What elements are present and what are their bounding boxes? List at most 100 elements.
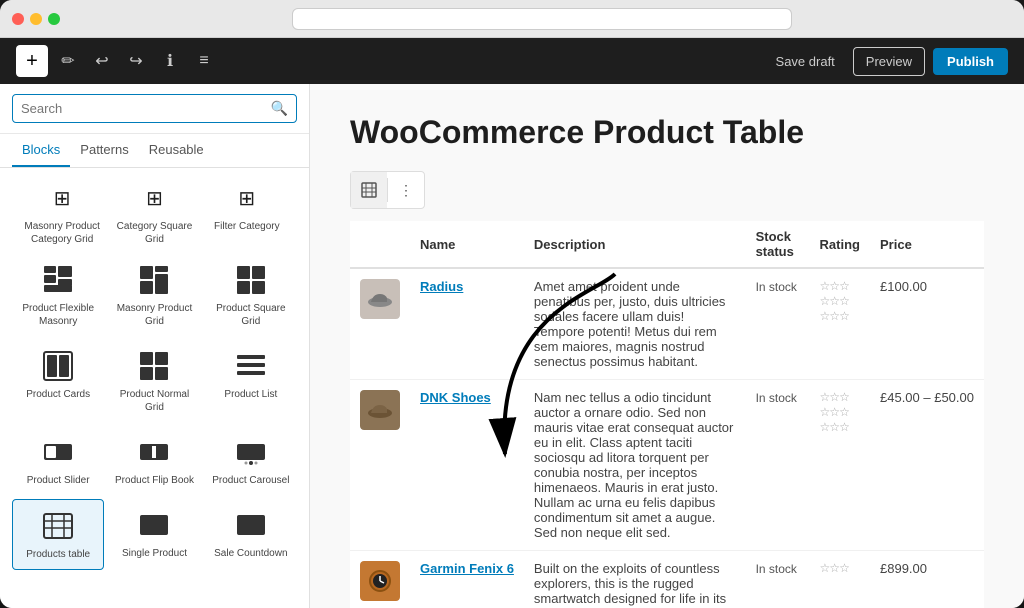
star-rating-2: ☆☆☆ ☆☆☆ ☆☆☆ [820,390,860,434]
block-item-products-table[interactable]: Products table [12,499,104,570]
table-view-button[interactable] [351,172,387,208]
block-icon-product-slider [40,434,76,470]
sidebar-tabs: Blocks Patterns Reusable [0,134,309,168]
block-label-product-list: Product List [224,388,277,401]
minimize-button[interactable] [30,13,42,25]
col-name: Name [410,221,524,268]
publish-button[interactable]: Publish [933,48,1008,75]
main-content: 🔍 Blocks Patterns Reusable ⊞ Masonry Pro… [0,84,1024,608]
block-label-product-flip-book: Product Flip Book [115,474,194,487]
maximize-button[interactable] [48,13,60,25]
block-item-product-square-grid[interactable]: Product Square Grid [205,254,297,336]
product-description-cell: Built on the exploits of countless explo… [524,551,746,608]
stock-badge-2: In stock [756,391,797,405]
product-name-link-3[interactable]: Garmin Fenix 6 [420,561,514,576]
block-label-product-slider: Product Slider [27,474,90,487]
stock-badge: In stock [756,280,797,294]
watch-icon [365,566,395,596]
more-options-button[interactable]: ⋮ [388,172,424,208]
search-input-wrap[interactable]: 🔍 [12,94,297,123]
tab-reusable[interactable]: Reusable [139,134,214,167]
block-label-category-square: Category Square Grid [109,220,199,246]
product-image [360,279,400,319]
search-input[interactable] [21,101,265,116]
sidebar: 🔍 Blocks Patterns Reusable ⊞ Masonry Pro… [0,84,310,608]
undo-button[interactable]: ↩ [88,47,116,75]
product-name-cell: Garmin Fenix 6 [410,551,524,608]
block-toolbar: ⋮ [350,171,425,209]
list-view-icon[interactable]: ≡ [190,47,218,75]
table-row: Radius Amet amet proident unde penatibus… [350,268,984,380]
star-row-2: ☆☆☆ [820,294,860,308]
product-description-cell: Amet amet proident unde penatibus per, j… [524,268,746,380]
sidebar-blocks: ⊞ Masonry Product Category Grid ⊞ Catego… [0,168,309,608]
block-label-single-product: Single Product [122,547,187,560]
shoe-icon [365,284,395,314]
block-icon-product-list [233,348,269,384]
table-row: DNK Shoes Nam nec tellus a odio tincidun… [350,380,984,551]
edit-icon[interactable]: ✏ [54,47,82,75]
product-stock-cell: In stock [746,551,810,608]
block-item-filter-category[interactable]: ⊞ Filter Category [202,180,292,246]
info-icon[interactable]: ℹ [156,47,184,75]
block-icon-products-table [40,508,76,544]
preview-button[interactable]: Preview [853,47,925,76]
product-name-link-2[interactable]: DNK Shoes [420,390,491,405]
close-button[interactable] [12,13,24,25]
url-bar[interactable] [292,8,792,30]
block-item-masonry-category[interactable]: ⊞ Masonry Product Category Grid [17,180,107,246]
block-icon-product-carousel [233,434,269,470]
block-label-flexible-masonry: Product Flexible Masonry [16,302,100,328]
block-item-product-list[interactable]: Product List [205,340,297,422]
redo-button[interactable]: ↪ [122,47,150,75]
tab-patterns[interactable]: Patterns [70,134,138,167]
page-title: WooCommerce Product Table [350,114,984,151]
block-item-single-product[interactable]: Single Product [108,499,200,570]
blocks-grid: Product Flexible Masonry Masonry Product… [12,254,297,570]
save-draft-button[interactable]: Save draft [766,48,845,75]
table-row: Garmin Fenix 6 Built on the exploits of … [350,551,984,608]
col-price: Price [870,221,984,268]
block-icon-category-square: ⊞ [136,180,172,216]
col-rating: Rating [810,221,870,268]
table-icon [361,182,377,198]
block-label-filter-category: Filter Category [214,220,280,233]
block-item-product-slider[interactable]: Product Slider [12,426,104,495]
product-rating-cell: ☆☆☆ ☆☆☆ ☆☆☆ [810,268,870,380]
product-price-cell-3: £899.00 [870,551,984,608]
block-item-product-flip-book[interactable]: Product Flip Book [108,426,200,495]
block-item-product-normal-grid[interactable]: Product Normal Grid [108,340,200,422]
star-row-2: ☆☆☆ [820,405,860,419]
add-block-button[interactable]: + [16,45,48,77]
block-icon-single-product [136,507,172,543]
star-row-1: ☆☆☆ [820,390,860,404]
product-price-cell-2: £45.00 – £50.00 [870,380,984,551]
block-icon-product-flip-book [136,434,172,470]
block-item-product-carousel[interactable]: Product Carousel [205,426,297,495]
block-label-product-square-grid: Product Square Grid [209,302,293,328]
block-label-product-normal-grid: Product Normal Grid [112,388,196,414]
toolbar-right: Save draft Preview Publish [766,47,1008,76]
product-price-cell: £100.00 [870,268,984,380]
block-item-sale-countdown[interactable]: Sale Countdown [205,499,297,570]
product-description-cell: Nam nec tellus a odio tincidunt auctor a… [524,380,746,551]
col-description: Description [524,221,746,268]
star-row-1: ☆☆☆ [820,561,860,575]
block-label-product-cards: Product Cards [26,388,90,401]
star-row-1: ☆☆☆ [820,279,860,293]
product-image-cell [350,380,410,551]
block-label-masonry-product-grid: Masonry Product Grid [112,302,196,328]
wp-toolbar: + ✏ ↩ ↪ ℹ ≡ Save draft Preview Publish [0,38,1024,84]
block-label-sale-countdown: Sale Countdown [214,547,287,560]
col-stock: Stock status [746,221,810,268]
block-item-product-flexible-masonry[interactable]: Product Flexible Masonry [12,254,104,336]
block-icon-filter-category: ⊞ [229,180,265,216]
product-image [360,561,400,601]
block-label-masonry-category: Masonry Product Category Grid [17,220,107,246]
toolbar-left: + ✏ ↩ ↪ ℹ ≡ [16,45,758,77]
block-item-product-cards[interactable]: Product Cards [12,340,104,422]
product-name-link[interactable]: Radius [420,279,463,294]
tab-blocks[interactable]: Blocks [12,134,70,167]
block-item-category-square[interactable]: ⊞ Category Square Grid [109,180,199,246]
block-item-masonry-product-grid[interactable]: Masonry Product Grid [108,254,200,336]
